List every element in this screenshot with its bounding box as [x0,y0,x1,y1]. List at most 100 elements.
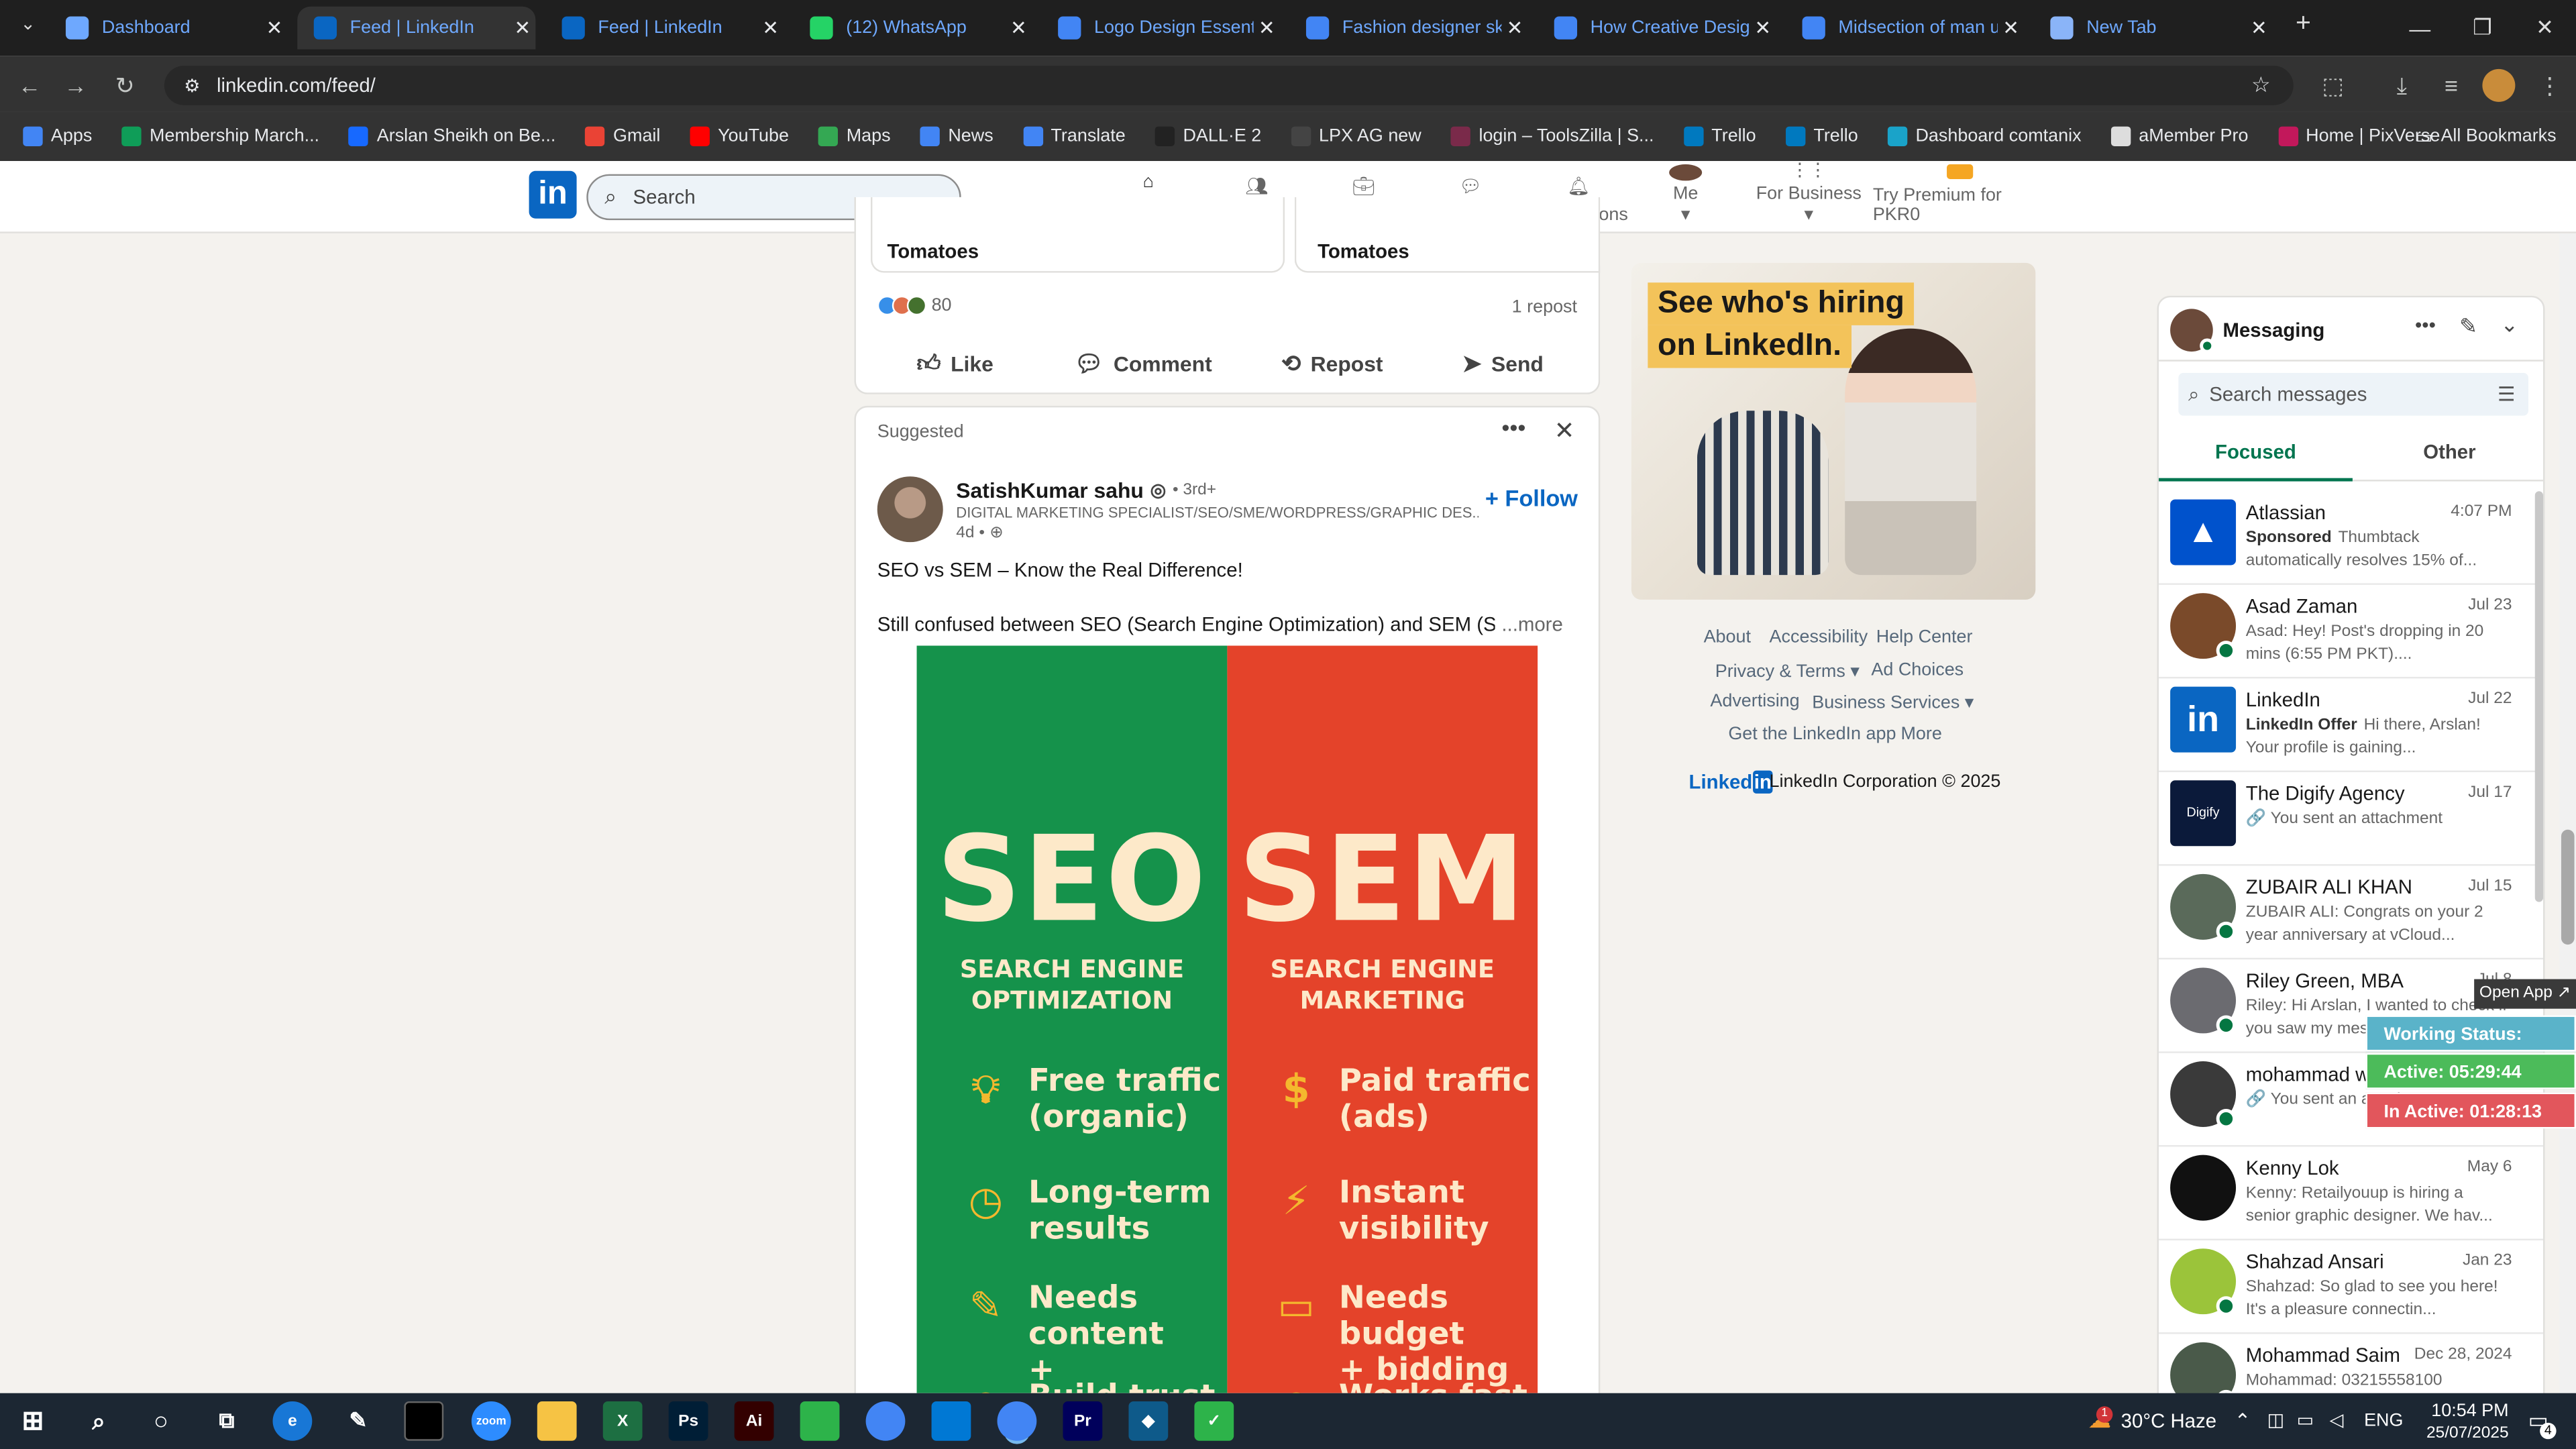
post-image[interactable]: SEO SEARCH ENGINE OPTIMIZATION 💡︎ Free tr… [916,645,1538,1393]
photoshop-icon[interactable]: Ps [668,1401,708,1441]
bookmark-item[interactable]: Membership March... [121,126,319,146]
footer-about[interactable]: About [1704,628,1751,647]
browser-tab[interactable]: New Tab ✕ [2034,7,2272,50]
browser-tab[interactable]: Feed | LinkedIn ✕ [297,6,536,50]
messaging-scrollbar[interactable] [2534,491,2544,902]
comment-button[interactable]: 💬︎ Comment [1075,345,1212,381]
browser-tab[interactable]: (12) WhatsApp ✕ [794,7,1032,50]
search-messages-input[interactable]: ⌕ Search messages ☰ [2178,372,2528,416]
forward-icon[interactable]: → [56,66,95,105]
bookmark-item[interactable]: Gmail [585,126,660,146]
bookmark-item[interactable]: Trello [1785,126,1858,146]
filter-icon[interactable]: ☰ [2498,383,2515,406]
bookmark-item[interactable]: aMember Pro [2110,126,2248,146]
reactions-summary[interactable]: 80 [877,295,952,316]
bookmark-item[interactable]: Maps [818,126,891,146]
footer-business[interactable]: Business Services ▾ [1812,692,1974,712]
back-icon[interactable]: ← [10,66,50,105]
conversation-item[interactable]: ▲ Atlassian 4:07 PM Sponsored Thumbtack auto… [2158,491,2544,585]
conversation-item[interactable]: Shahzad Ansari Jan 23 Shahzad: So glad to … [2158,1240,2544,1334]
conversation-item[interactable]: Digify The Digify Agency Jul 17 🔗 You sent … [2158,772,2544,866]
bookmark-item[interactable]: Arslan Sheikh on Be... [349,126,555,146]
nav-premium[interactable]: Try Premium for PKR0 [1873,164,2047,233]
cortana-icon[interactable]: ○ [142,1401,181,1441]
page-scrollbar-thumb[interactable] [2561,829,2575,945]
bookmark-item[interactable]: Translate [1022,126,1126,146]
bookmark-item[interactable]: News [920,126,994,146]
messaging-title[interactable]: Messaging [2222,319,2324,341]
bookmark-star-icon[interactable]: ☆ [2251,72,2271,99]
repost-count[interactable]: 1 repost [1479,297,1577,317]
whatsapp-taskbar-icon[interactable] [800,1401,840,1441]
bookmark-item[interactable]: Apps [23,126,92,146]
linkedin-logo[interactable]: in [529,170,577,219]
browser-tab[interactable]: Midsection of man u ✕ [1786,7,2024,50]
weather-text[interactable]: 30°C Haze [2121,1409,2216,1432]
author-name-row[interactable]: SatishKumar sahu ◎ • 3rd+ [956,478,1216,503]
site-info-icon[interactable]: ⚙ [184,74,200,96]
bookmark-item[interactable]: YouTube [690,126,789,146]
conversation-item[interactable]: Asad Zaman Jul 23 Asad: Hey! Post's droppi… [2158,585,2544,679]
pen-tool-icon[interactable]: ✎ [338,1401,378,1441]
premiere-icon[interactable]: Pr [1063,1401,1103,1441]
close-tab-icon[interactable]: ✕ [757,16,784,39]
more-options-icon[interactable]: ••• [1501,414,1525,440]
vpn-app-icon[interactable]: ◆ [1128,1401,1169,1441]
close-tab-icon[interactable]: ✕ [1998,16,2024,39]
tray-app-icon[interactable]: ◫ [2267,1409,2284,1431]
like-button[interactable]: 👍︎ Like [917,345,994,381]
tray-chevron-icon[interactable]: ⌃ [2235,1409,2251,1432]
collapse-chevron-icon[interactable]: ⌄ [2500,312,2518,338]
compose-icon[interactable]: ✎ [2459,314,2477,340]
restore-icon[interactable]: ❐ [2451,0,2514,56]
task-view-icon[interactable]: ⧉ [207,1401,247,1441]
close-tab-icon[interactable]: ✕ [1006,16,1032,39]
bookmark-item[interactable]: Trello [1683,126,1756,146]
close-tab-icon[interactable]: ✕ [509,16,535,39]
network-icon[interactable]: ▭ [2297,1409,2314,1431]
browser-tab[interactable]: How Creative Design ✕ [1538,7,1776,50]
vscode-icon[interactable] [931,1401,971,1441]
bookmark-item[interactable]: DALL·E 2 [1155,126,1261,146]
footer-app[interactable]: Get the LinkedIn app [1728,724,1896,744]
zoom-icon[interactable]: zoom [471,1401,511,1441]
extension-icon[interactable]: ⬚ [2313,66,2353,105]
footer-help[interactable]: Help Center [1876,628,1973,647]
clock-time[interactable]: 10:54 PM [2420,1401,2508,1421]
bookmark-item[interactable]: LPX AG new [1291,126,1421,146]
profile-avatar[interactable] [2482,68,2516,102]
minimize-icon[interactable]: — [2389,0,2451,56]
conversation-item[interactable]: in LinkedIn Jul 22 LinkedIn Offer Hi there, … [2158,678,2544,773]
reload-icon[interactable]: ↻ [105,66,145,105]
media-icon[interactable]: ≡ [2431,66,2471,105]
footer-adchoices[interactable]: Ad Choices [1871,660,1964,680]
footer-more[interactable]: More [1900,724,1941,744]
nav-grid[interactable]: ⋮⋮ For Business ▾ [1741,161,1876,233]
terminal-icon[interactable] [404,1401,444,1441]
new-tab-button[interactable]: + [2287,10,2320,43]
chrome-icon[interactable] [865,1401,906,1441]
open-app-button[interactable]: Open App ↗ [2474,979,2576,1009]
all-bookmarks-button[interactable]: ▭ All Bookmarks [2416,125,2557,148]
bookmark-item[interactable]: login – ToolsZilla | S... [1450,126,1654,146]
send-button[interactable]: ➤ Send [1462,345,1544,381]
author-avatar[interactable] [877,476,943,543]
follow-button[interactable]: + Follow [1485,484,1578,511]
repost-button[interactable]: ⟲ Repost [1281,345,1383,381]
windows-start-icon[interactable]: ⊞ [13,1401,53,1441]
tracker-app-icon[interactable]: ✓ [1194,1401,1234,1441]
browser-menu-icon[interactable]: ⋮ [2530,66,2569,105]
tab-focused[interactable]: Focused [2158,432,2353,482]
taskbar-search-icon[interactable]: ⌕ [79,1401,119,1441]
tab-search-icon[interactable]: ⌄ [13,13,43,43]
browser-tab[interactable]: Logo Design Essenti ✕ [1042,7,1280,50]
close-tab-icon[interactable]: ✕ [1501,16,1527,39]
chrome-active-icon[interactable] [997,1401,1037,1441]
footer-accessibility[interactable]: Accessibility [1770,628,1868,647]
clock-date[interactable]: 25/07/2025 [2404,1424,2509,1442]
language-indicator[interactable]: ENG [2364,1411,2403,1431]
nav-avatar[interactable]: Me ▾ [1650,164,1722,233]
see-more-link[interactable]: ...more [1501,612,1562,635]
download-icon[interactable]: ⤓ [2382,66,2422,105]
browser-tab[interactable]: Feed | LinkedIn ✕ [545,7,784,50]
